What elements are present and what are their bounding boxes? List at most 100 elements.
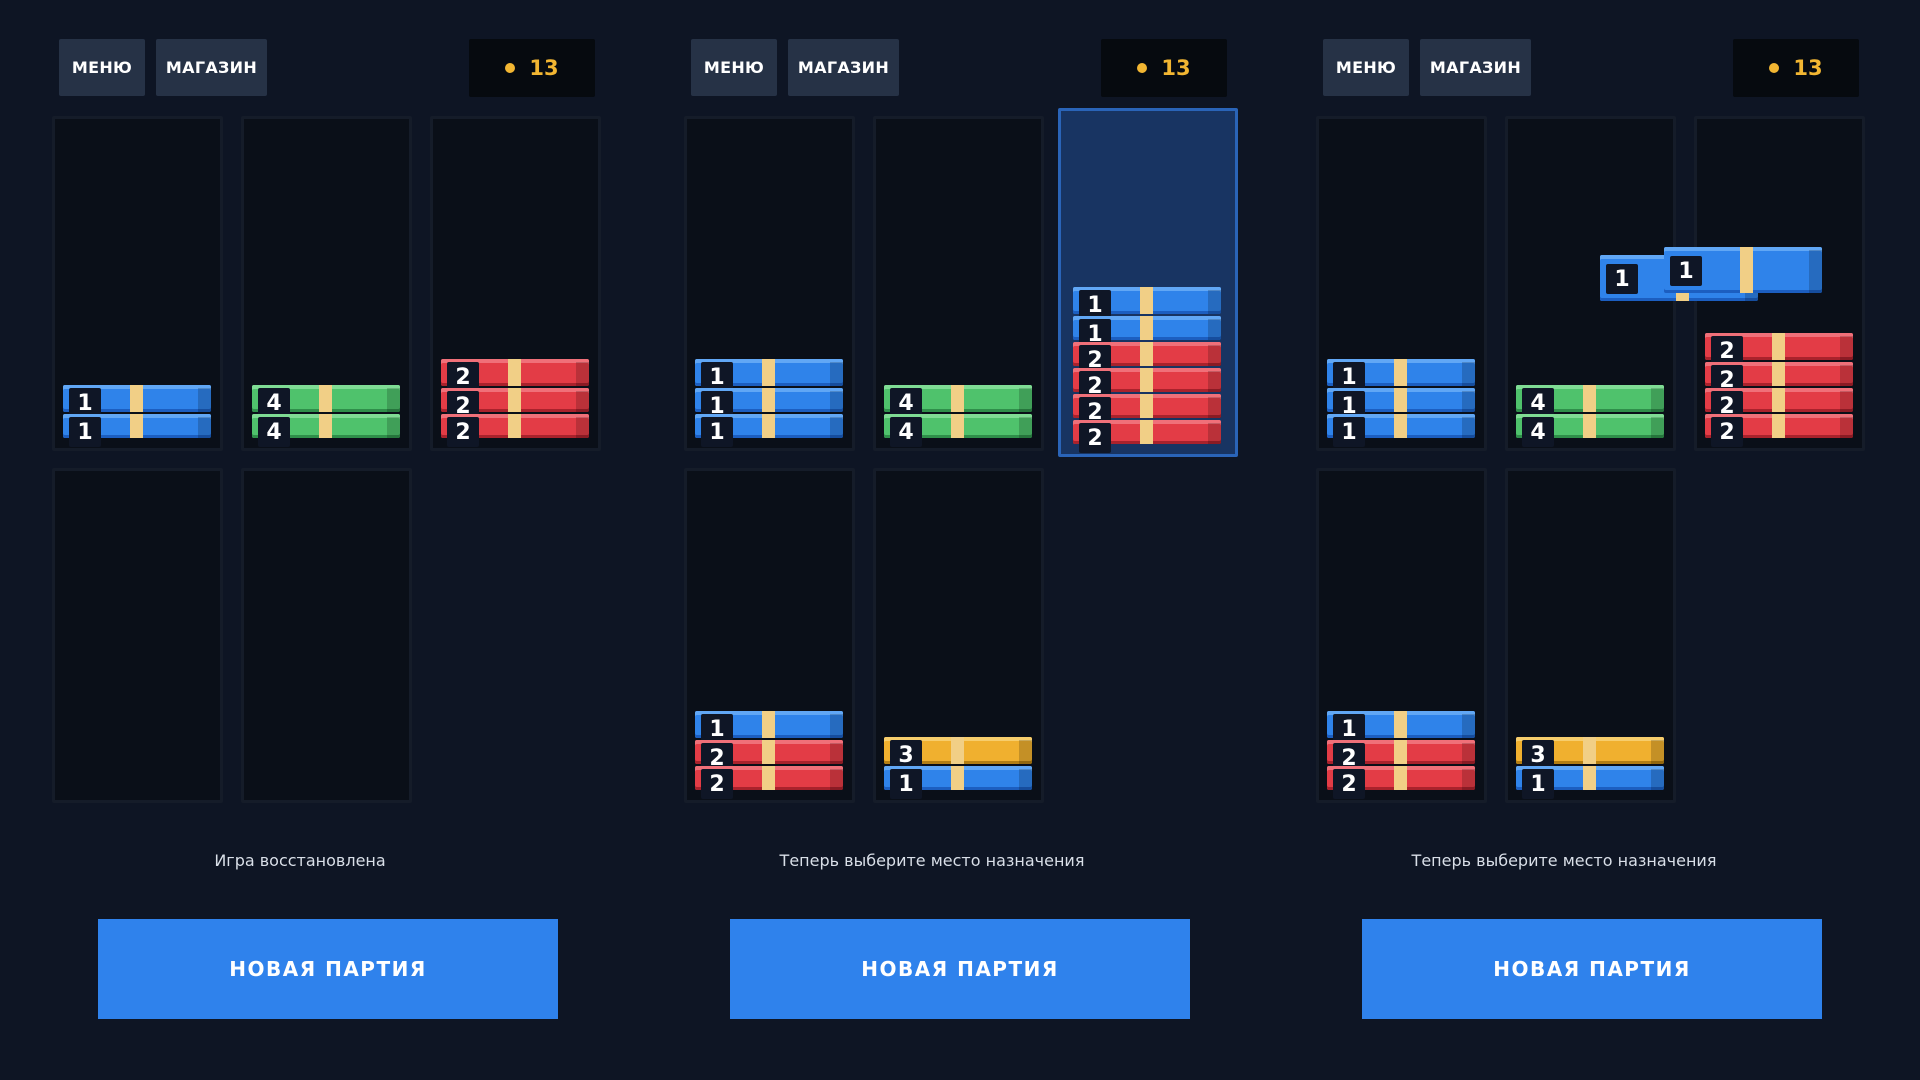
stack-column[interactable]: 112222 — [1058, 108, 1238, 457]
bundle-edge — [1651, 417, 1664, 438]
coin-counter: 13 — [1733, 39, 1859, 97]
cash-bundle: 1 — [63, 385, 211, 418]
cash-bundle: 1 — [1327, 414, 1475, 447]
cash-bundle: 2 — [1327, 740, 1475, 773]
cash-bundle: 3 — [1516, 737, 1664, 770]
bundle-edge — [1809, 250, 1822, 293]
stack-column[interactable]: 222 — [430, 116, 601, 451]
bundle-edge — [576, 417, 589, 438]
cash-bundle: 2 — [1705, 333, 1853, 366]
coin-icon — [1137, 63, 1148, 73]
game-panel: МЕНЮ МАГАЗИН 13 1 1 1 4 4 2 2 2 2 1 2 2 3 1 1 1 Теперь выбе… — [1264, 0, 1865, 1080]
stack-column[interactable]: 44 — [241, 116, 412, 451]
bundle-value-label: 1 — [69, 417, 101, 447]
menu-button[interactable]: МЕНЮ — [59, 39, 145, 96]
cash-bundle: 2 — [1705, 388, 1853, 421]
cash-bundle: 4 — [884, 385, 1032, 418]
bundle-edge — [1208, 290, 1221, 314]
cash-bundle: 2 — [1073, 342, 1221, 375]
cash-bundle: 1 — [695, 359, 843, 392]
bundle-band — [762, 740, 775, 764]
bundle-edge — [1462, 362, 1475, 386]
bundle-edge — [1208, 371, 1221, 392]
bundle-band — [1140, 316, 1153, 340]
bundle-band — [508, 414, 521, 438]
stack-column[interactable]: 44 — [873, 116, 1044, 451]
bundle-band — [1740, 247, 1753, 293]
cash-bundle: 2 — [695, 740, 843, 773]
bundle-band — [1772, 362, 1785, 386]
bundle-value-label: 2 — [1333, 769, 1365, 799]
cash-bundle: 1 — [1073, 316, 1221, 349]
bundle-value-label: 2 — [1711, 417, 1743, 447]
bundle-edge — [387, 388, 400, 412]
status-message: Игра восстановлена — [214, 851, 386, 870]
stack-column[interactable]: 122 — [684, 468, 855, 803]
stack-column[interactable] — [241, 468, 412, 803]
bundle-edge — [1840, 336, 1853, 360]
stack-column[interactable]: 111 — [684, 116, 855, 451]
new-game-button[interactable]: НОВАЯ ПАРТИЯ — [98, 919, 558, 1019]
coin-count: 13 — [529, 56, 559, 80]
bundle-band — [1583, 766, 1596, 790]
stack-column[interactable]: 31 — [873, 468, 1044, 803]
bundle-band — [319, 414, 332, 438]
bundle-edge — [1840, 365, 1853, 386]
stack-column[interactable]: 31 — [1505, 468, 1676, 803]
bundle-band — [1583, 414, 1596, 438]
stack-column[interactable]: 11 — [52, 116, 223, 451]
bundle-band — [1140, 368, 1153, 392]
bundle-edge — [198, 417, 211, 438]
coin-count: 13 — [1793, 56, 1823, 80]
bundle-edge — [830, 417, 843, 438]
cash-bundle: 2 — [1073, 368, 1221, 401]
bundle-edge — [830, 714, 843, 738]
bundle-edge — [1651, 388, 1664, 412]
bundle-band — [762, 388, 775, 412]
cash-bundle: 2 — [441, 414, 589, 447]
bundle-band — [508, 388, 521, 412]
bundle-edge — [1651, 740, 1664, 764]
coin-icon — [1769, 63, 1780, 73]
bundle-band — [1394, 388, 1407, 412]
cash-bundle: 1 — [695, 388, 843, 421]
bundle-band — [1772, 414, 1785, 438]
shop-button[interactable]: МАГАЗИН — [1420, 39, 1531, 96]
cash-bundle: 1 — [884, 766, 1032, 799]
bundle-edge — [1208, 319, 1221, 340]
bundle-edge — [1019, 769, 1032, 790]
bundle-edge — [1840, 391, 1853, 412]
status-message: Теперь выберите место назначения — [779, 851, 1085, 870]
bundle-band — [762, 359, 775, 386]
cash-bundle: 2 — [695, 766, 843, 799]
bundle-value-label: 4 — [258, 417, 290, 447]
bundle-edge — [1462, 417, 1475, 438]
bundle-band — [1394, 740, 1407, 764]
bundle-edge — [576, 391, 589, 412]
cash-bundle: 4 — [252, 385, 400, 418]
cash-bundle: 1 — [1073, 287, 1221, 320]
menu-button[interactable]: МЕНЮ — [691, 39, 777, 96]
new-game-button[interactable]: НОВАЯ ПАРТИЯ — [1362, 919, 1822, 1019]
coin-count: 13 — [1161, 56, 1191, 80]
cash-bundle: 1 — [1327, 359, 1475, 392]
menu-button[interactable]: МЕНЮ — [1323, 39, 1409, 96]
bundle-edge — [1208, 345, 1221, 366]
stack-column[interactable]: 122 — [1316, 468, 1487, 803]
bundle-edge — [1019, 740, 1032, 764]
bundle-edge — [1462, 769, 1475, 790]
cash-bundle: 4 — [1516, 414, 1664, 447]
cash-bundle: 2 — [1073, 394, 1221, 427]
bundle-band — [1140, 420, 1153, 444]
shop-button[interactable]: МАГАЗИН — [788, 39, 899, 96]
stack-column[interactable]: 111 — [1316, 116, 1487, 451]
new-game-button[interactable]: НОВАЯ ПАРТИЯ — [730, 919, 1190, 1019]
stack-column[interactable] — [52, 468, 223, 803]
bundle-value-label: 1 — [1333, 417, 1365, 447]
coin-counter: 13 — [1101, 39, 1227, 97]
bundle-value-label: 2 — [447, 417, 479, 447]
bundle-band — [1140, 342, 1153, 366]
bundle-edge — [830, 391, 843, 412]
shop-button[interactable]: МАГАЗИН — [156, 39, 267, 96]
bundle-edge — [1019, 417, 1032, 438]
